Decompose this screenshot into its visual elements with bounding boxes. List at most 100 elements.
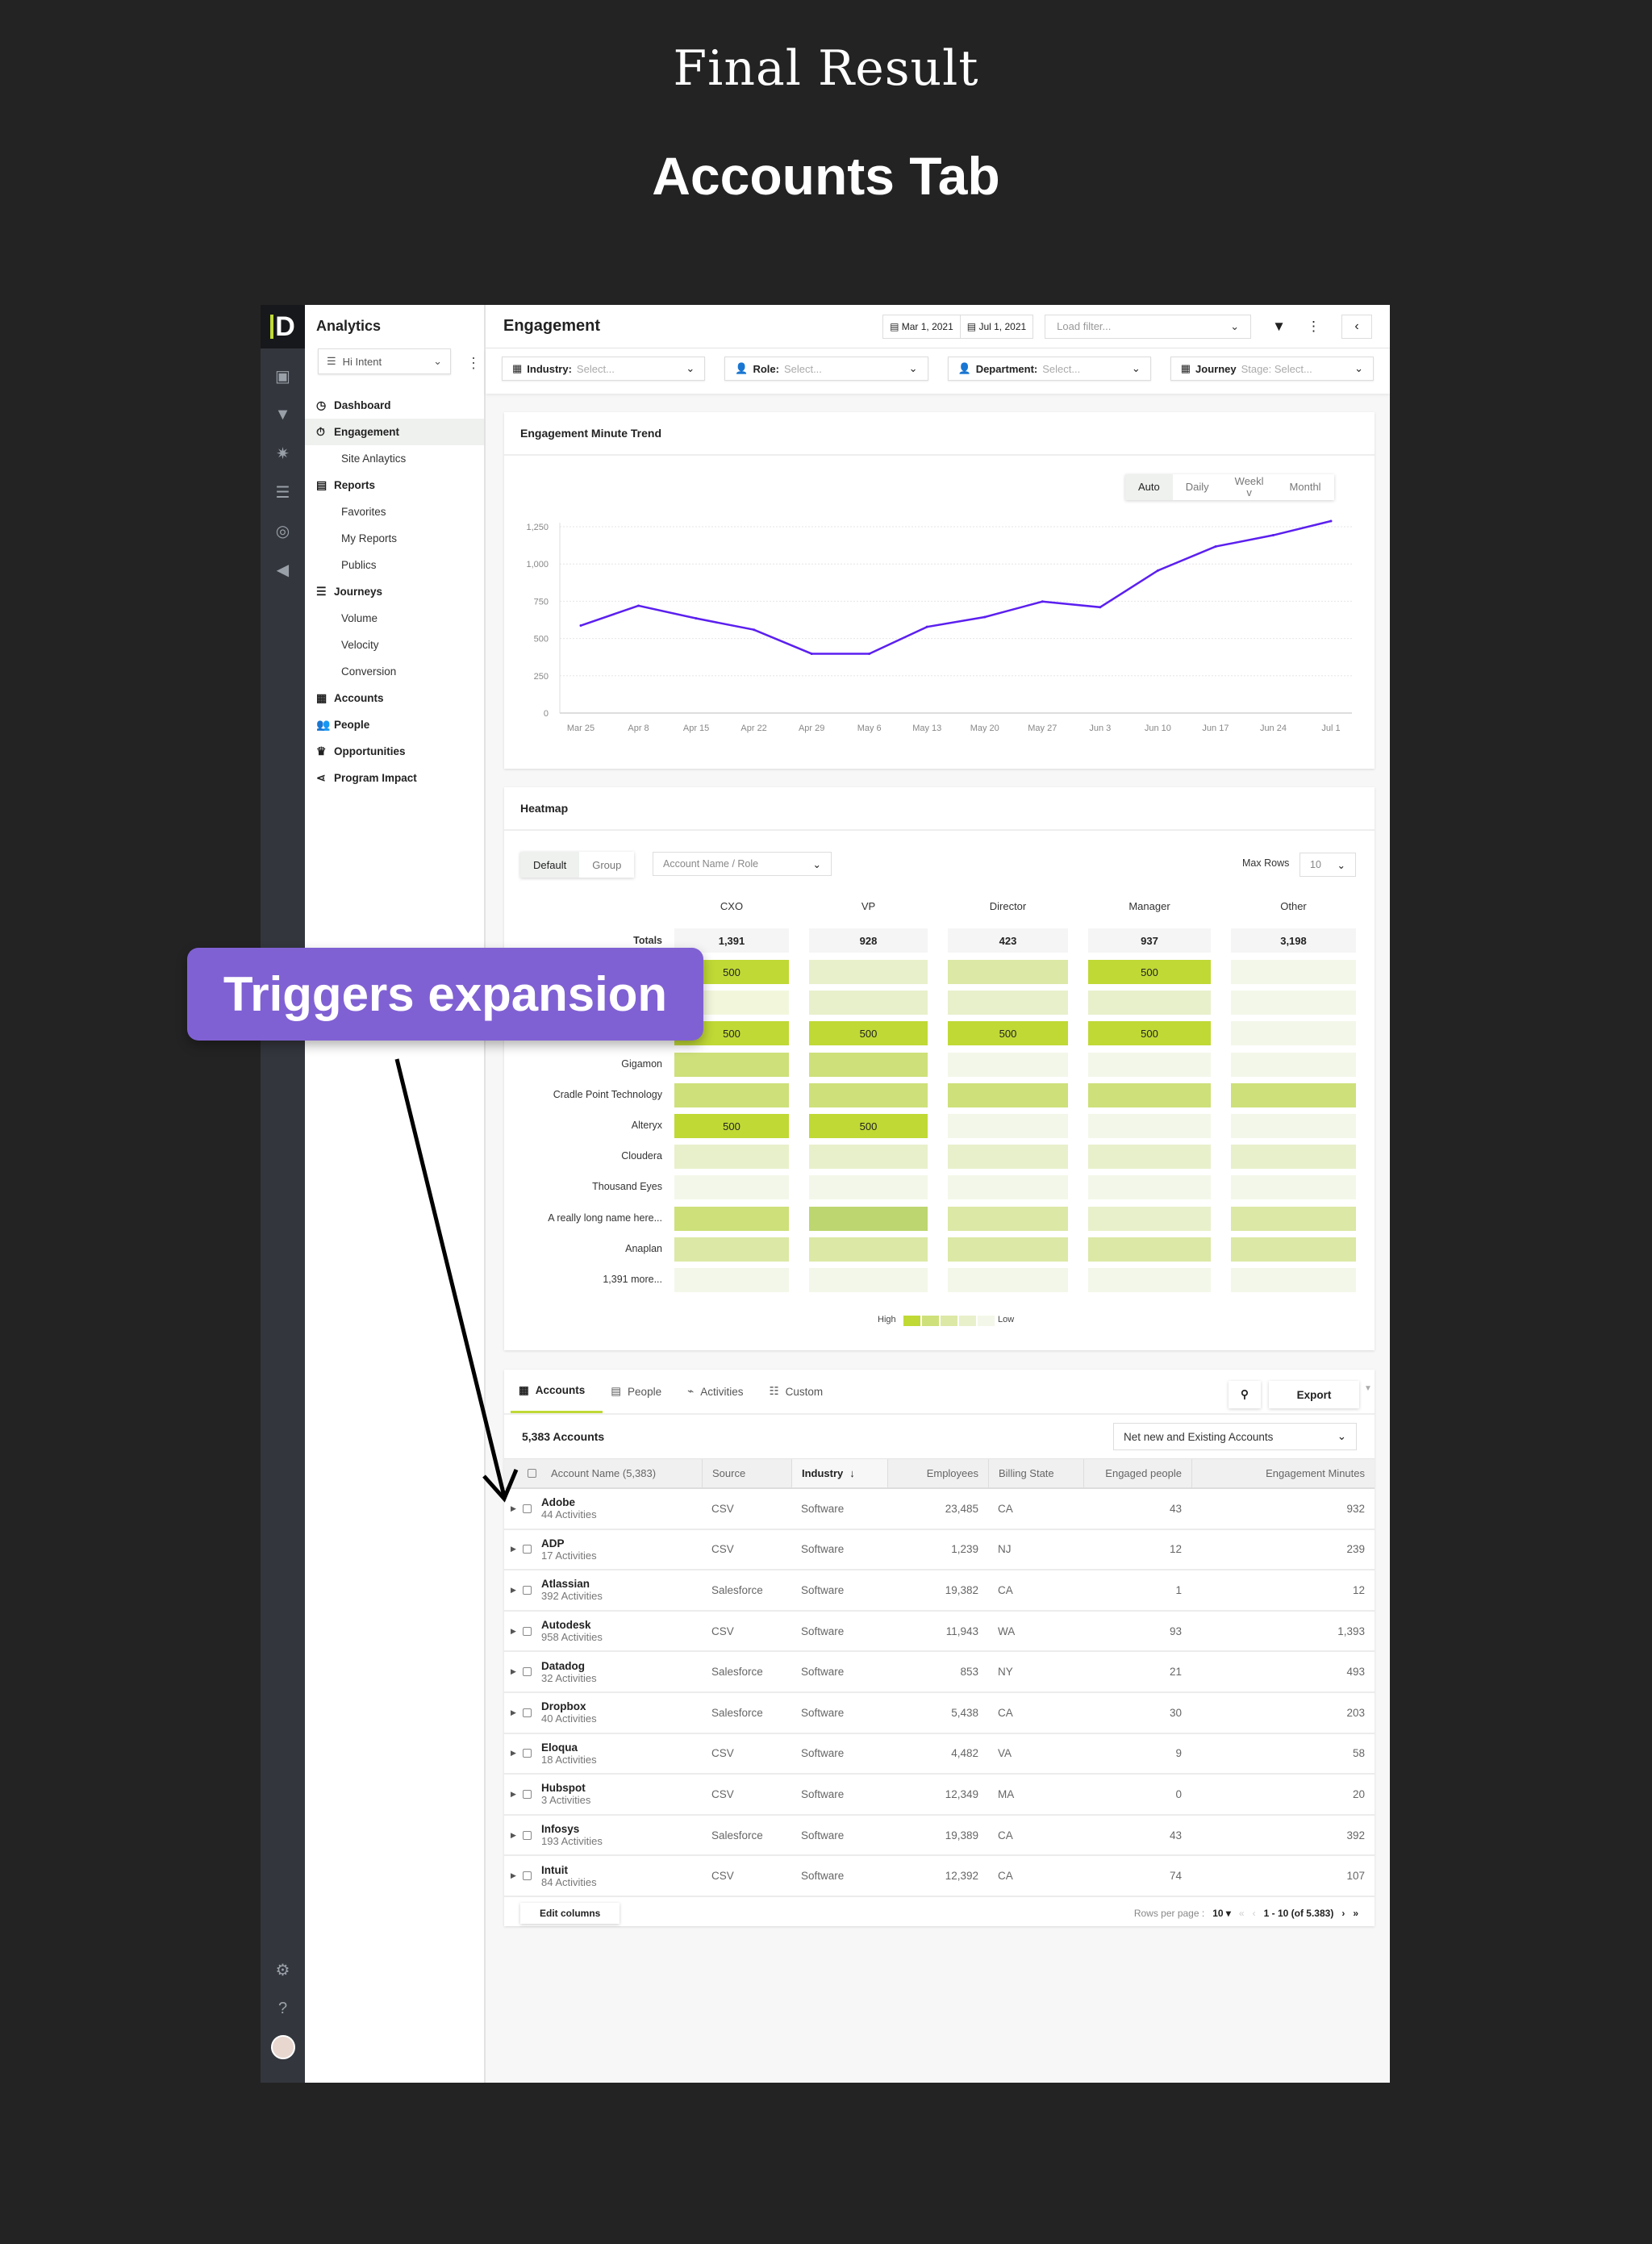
heatmap-cell[interactable]: 500 — [1088, 960, 1211, 984]
account-name[interactable]: Adobe — [541, 1496, 575, 1508]
sidebar-item-program-impact[interactable]: ⋖ Program Impact — [305, 765, 484, 791]
intent-selector[interactable]: ☰ Hi Intent ⌄ — [318, 348, 451, 374]
heatmap-cell[interactable] — [948, 960, 1068, 984]
granularity-daily[interactable]: Daily — [1173, 474, 1222, 500]
row-checkbox[interactable] — [522, 1789, 532, 1799]
account-name[interactable]: Hubspot — [541, 1782, 586, 1794]
column-header-engagement[interactable]: Engagement Minutes — [1191, 1459, 1375, 1487]
sidebar-item-velocity[interactable]: Velocity — [305, 632, 484, 658]
row-checkbox[interactable] — [522, 1545, 532, 1554]
heatmap-cell[interactable] — [948, 1206, 1068, 1231]
row-checkbox[interactable] — [522, 1667, 532, 1677]
heatmap-cell[interactable] — [809, 1175, 928, 1200]
logo[interactable]: D — [261, 305, 305, 348]
row-checkbox[interactable] — [522, 1626, 532, 1636]
sidebar-item-volume[interactable]: Volume — [305, 605, 484, 632]
row-checkbox[interactable] — [522, 1708, 532, 1717]
heatmap-cell[interactable] — [1088, 1268, 1211, 1292]
table-row[interactable]: ▶ Autodesk 958 Activities CSV Software 11,943… — [504, 1612, 1375, 1653]
sidebar-item-engagement[interactable]: ⏱ Engagement — [305, 419, 484, 445]
table-row[interactable]: ▶ Infosys 193 Activities Salesforce Software… — [504, 1816, 1375, 1857]
heatmap-cell[interactable] — [809, 1206, 928, 1231]
table-row[interactable]: ▶ Eloqua 18 Activities CSV Software 4,482 VA 9 5… — [504, 1734, 1375, 1775]
heatmap-cell[interactable] — [674, 1237, 789, 1262]
prev-page-icon[interactable]: ‹ — [1253, 1908, 1256, 1919]
expand-caret-icon[interactable]: ▶ — [511, 1627, 516, 1636]
heatmap-cell[interactable] — [1231, 1145, 1356, 1170]
heatmap-cell[interactable] — [809, 1145, 928, 1170]
heatmap-cell[interactable] — [1088, 991, 1211, 1016]
expand-caret-icon[interactable]: ▶ — [511, 1586, 516, 1595]
heatmap-cell[interactable] — [948, 1145, 1068, 1170]
sidebar-item-conversion[interactable]: Conversion — [305, 658, 484, 685]
megaphone-icon[interactable]: ◀ — [261, 550, 305, 589]
row-checkbox[interactable] — [522, 1871, 532, 1881]
heatmap-cell[interactable]: 500 — [809, 1021, 928, 1046]
row-checkbox[interactable] — [522, 1749, 532, 1758]
heatmap-cell[interactable] — [948, 1114, 1068, 1138]
expand-caret-icon[interactable]: ▶ — [511, 1831, 516, 1840]
settings-icon[interactable]: ⚙ — [261, 1950, 305, 1989]
load-filter-dropdown[interactable]: Load filter... ⌄ — [1045, 314, 1252, 339]
heatmap-cell[interactable] — [1231, 1268, 1356, 1292]
export-button[interactable]: Export — [1269, 1381, 1359, 1408]
heatmap-cell[interactable] — [809, 960, 928, 984]
expand-caret-icon[interactable]: ▶ — [511, 1871, 516, 1880]
account-name[interactable]: Intuit — [541, 1864, 568, 1876]
heatmap-cell[interactable] — [948, 1237, 1068, 1262]
tab-people[interactable]: ▤ People — [603, 1370, 679, 1413]
heatmap-cell[interactable] — [1231, 1206, 1356, 1231]
filter-journey[interactable]: ▦ Journey Stage: Select... ⌄ — [1170, 357, 1374, 381]
heatmap-cell[interactable] — [948, 1268, 1068, 1292]
column-header-source[interactable]: Source — [702, 1459, 791, 1487]
sidebar-item-publics[interactable]: Publics — [305, 552, 484, 578]
sidebar-item-favorites[interactable]: Favorites — [305, 498, 484, 525]
heatmap-cell[interactable] — [1231, 1114, 1356, 1138]
table-row[interactable]: ▶ Intuit 84 Activities CSV Software 12,392 CA 7… — [504, 1856, 1375, 1897]
heatmap-cell[interactable] — [674, 1206, 789, 1231]
expand-caret-icon[interactable]: ▶ — [511, 1504, 516, 1513]
funnel-icon[interactable]: ▼ — [261, 395, 305, 434]
expand-caret-icon[interactable]: ▶ — [511, 1749, 516, 1758]
heatmap-cell[interactable]: 500 — [948, 1021, 1068, 1046]
collapse-button[interactable]: ‹ — [1341, 314, 1372, 339]
column-header-industry[interactable]: Industry ↓ — [791, 1459, 887, 1487]
table-row[interactable]: ▶ Dropbox 40 Activities Salesforce Software 5… — [504, 1693, 1375, 1734]
heatmap-cell[interactable] — [809, 991, 928, 1016]
last-page-icon[interactable]: » — [1353, 1908, 1358, 1919]
select-all-checkbox[interactable] — [528, 1469, 536, 1478]
date-range-picker[interactable]: ▤ Mar 1, 2021 ▤ Jul 1, 2021 — [882, 314, 1034, 339]
sidebar-item-people[interactable]: 👥 People — [305, 711, 484, 738]
heatmap-cell[interactable]: 500 — [674, 1114, 789, 1138]
heatmap-cell[interactable] — [1088, 1114, 1211, 1138]
start-date[interactable]: ▤ Mar 1, 2021 — [883, 315, 960, 338]
heatmap-cell[interactable] — [1231, 960, 1356, 984]
sidebar-item-opportunities[interactable]: ♛ Opportunities — [305, 738, 484, 765]
granularity-auto[interactable]: Auto — [1125, 474, 1173, 500]
magic-icon[interactable]: ✷ — [261, 434, 305, 473]
row-checkbox[interactable] — [522, 1830, 532, 1840]
heatmap-cell[interactable] — [809, 1052, 928, 1077]
sidebar-item-accounts[interactable]: ▦ Accounts — [305, 685, 484, 711]
sidebar-item-journeys[interactable]: ☰ Journeys — [305, 578, 484, 605]
next-page-icon[interactable]: › — [1341, 1908, 1345, 1919]
heatmap-cell[interactable] — [674, 1145, 789, 1170]
edit-columns-button[interactable]: Edit columns — [520, 1903, 620, 1924]
search-button[interactable]: ⚲ — [1229, 1381, 1261, 1408]
heatmap-cell[interactable] — [1231, 1175, 1356, 1200]
caret-down-icon[interactable]: ▼ — [1364, 1384, 1372, 1393]
heatmap-cell[interactable]: 500 — [809, 1114, 928, 1138]
account-name[interactable]: Datadog — [541, 1660, 585, 1672]
expand-caret-icon[interactable]: ▶ — [511, 1790, 516, 1799]
database-icon[interactable]: ☰ — [261, 473, 305, 511]
heatmap-cell[interactable] — [1088, 1082, 1211, 1107]
filter-department[interactable]: 👤 Department: Select... ⌄ — [947, 357, 1151, 381]
table-row[interactable]: ▶ Hubspot 3 Activities CSV Software 12,349 MA 0… — [504, 1775, 1375, 1816]
account-name[interactable]: ADP — [541, 1537, 565, 1550]
account-name[interactable]: Dropbox — [541, 1700, 586, 1712]
table-row[interactable]: ▶ Adobe 44 Activities CSV Software 23,485 CA 43… — [504, 1489, 1375, 1530]
heatmap-cell[interactable]: 500 — [1088, 1021, 1211, 1046]
sidebar-item-site-anlaytics[interactable]: Site Anlaytics — [305, 445, 484, 472]
heatmap-cell[interactable] — [674, 1175, 789, 1200]
filter-icon[interactable]: ▼ — [1272, 319, 1286, 335]
